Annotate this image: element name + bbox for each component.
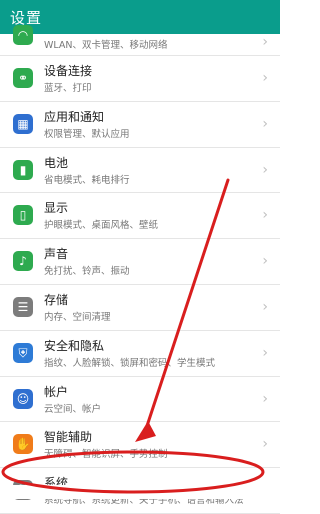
settings-item-title: 设备连接 bbox=[44, 64, 93, 78]
chevron-right-icon: › bbox=[262, 207, 268, 224]
settings-item-sound[interactable]: ♪ 声音 免打扰、铃声、振动 › bbox=[0, 239, 280, 285]
app-header: 设置 bbox=[0, 0, 280, 34]
settings-item-subtitle: 免打扰、铃声、振动 bbox=[44, 266, 130, 278]
chevron-right-icon: › bbox=[262, 253, 268, 270]
settings-item-apps[interactable]: ▦ 应用和通知 权限管理、默认应用 › bbox=[0, 102, 280, 148]
settings-item-title: 应用和通知 bbox=[44, 109, 105, 124]
wifi-icon: ◠ bbox=[13, 25, 33, 45]
settings-list: ◠ WLAN、双卡管理、移动网络 › ⚭ 设备连接 蓝牙、打印 › ▦ 应用和通… bbox=[0, 25, 280, 514]
settings-item-title: 存储 bbox=[44, 292, 69, 307]
settings-item-subtitle: WLAN、双卡管理、移动网络 bbox=[44, 40, 168, 51]
storage-icon: ☰ bbox=[13, 296, 33, 317]
settings-item-subtitle: 蓝牙、打印 bbox=[44, 83, 92, 94]
chevron-right-icon: › bbox=[262, 344, 268, 361]
settings-item-subtitle: 无障碍、智能识屏、手势控制 bbox=[44, 449, 168, 461]
chevron-right-icon: › bbox=[262, 298, 268, 315]
settings-item-storage[interactable]: ☰ 存储 内存、空间清理 › bbox=[0, 285, 280, 331]
settings-item-title: 帐户 bbox=[44, 384, 69, 399]
settings-item-title: 智能辅助 bbox=[44, 430, 93, 445]
battery-icon: ▮ bbox=[13, 159, 33, 180]
link-icon: ⚭ bbox=[13, 68, 33, 88]
settings-item-title: 电池 bbox=[44, 155, 69, 170]
phone-display-icon: ▯ bbox=[13, 205, 33, 226]
settings-item-title: 显示 bbox=[44, 201, 69, 216]
settings-item-subtitle: 省电模式、耗电排行 bbox=[44, 174, 130, 186]
chevron-right-icon: › bbox=[262, 70, 268, 86]
person-icon: ☺ bbox=[13, 388, 33, 409]
settings-item-subtitle: 指纹、人脸解锁、锁屏和密码、学生模式 bbox=[44, 357, 216, 369]
settings-item-network[interactable]: ◠ WLAN、双卡管理、移动网络 › bbox=[0, 25, 280, 56]
apps-grid-icon: ▦ bbox=[13, 113, 33, 134]
settings-item-title: 安全和隐私 bbox=[44, 338, 105, 353]
speaker-icon: ♪ bbox=[13, 251, 33, 272]
settings-item-display[interactable]: ▯ 显示 护眼模式、桌面风格、壁纸 › bbox=[0, 193, 280, 240]
chevron-right-icon: › bbox=[262, 115, 268, 132]
settings-item-security[interactable]: ⛨ 安全和隐私 指纹、人脸解锁、锁屏和密码、学生模式 › bbox=[0, 331, 280, 377]
chevron-right-icon: › bbox=[262, 34, 268, 50]
settings-item-title: 声音 bbox=[44, 247, 69, 262]
settings-item-smart-assist[interactable]: ✋ 智能辅助 无障碍、智能识屏、手势控制 › bbox=[0, 422, 280, 469]
settings-item-subtitle: 护眼模式、桌面风格、壁纸 bbox=[44, 220, 159, 232]
settings-item-account[interactable]: ☺ 帐户 云空间、帐户 › bbox=[0, 377, 280, 423]
hand-icon: ✋ bbox=[13, 434, 33, 455]
shield-icon: ⛨ bbox=[13, 342, 33, 363]
settings-item-device-connection[interactable]: ⚭ 设备连接 蓝牙、打印 › bbox=[0, 56, 280, 102]
settings-item-subtitle: 权限管理、默认应用 bbox=[44, 128, 130, 140]
settings-item-battery[interactable]: ▮ 电池 省电模式、耗电排行 › bbox=[0, 148, 280, 194]
settings-item-subtitle: 云空间、帐户 bbox=[44, 403, 102, 415]
chevron-right-icon: › bbox=[262, 436, 268, 453]
chevron-right-icon: › bbox=[262, 390, 268, 407]
bottom-edge bbox=[0, 485, 280, 499]
settings-item-subtitle: 内存、空间清理 bbox=[44, 311, 111, 323]
chevron-right-icon: › bbox=[262, 161, 268, 178]
